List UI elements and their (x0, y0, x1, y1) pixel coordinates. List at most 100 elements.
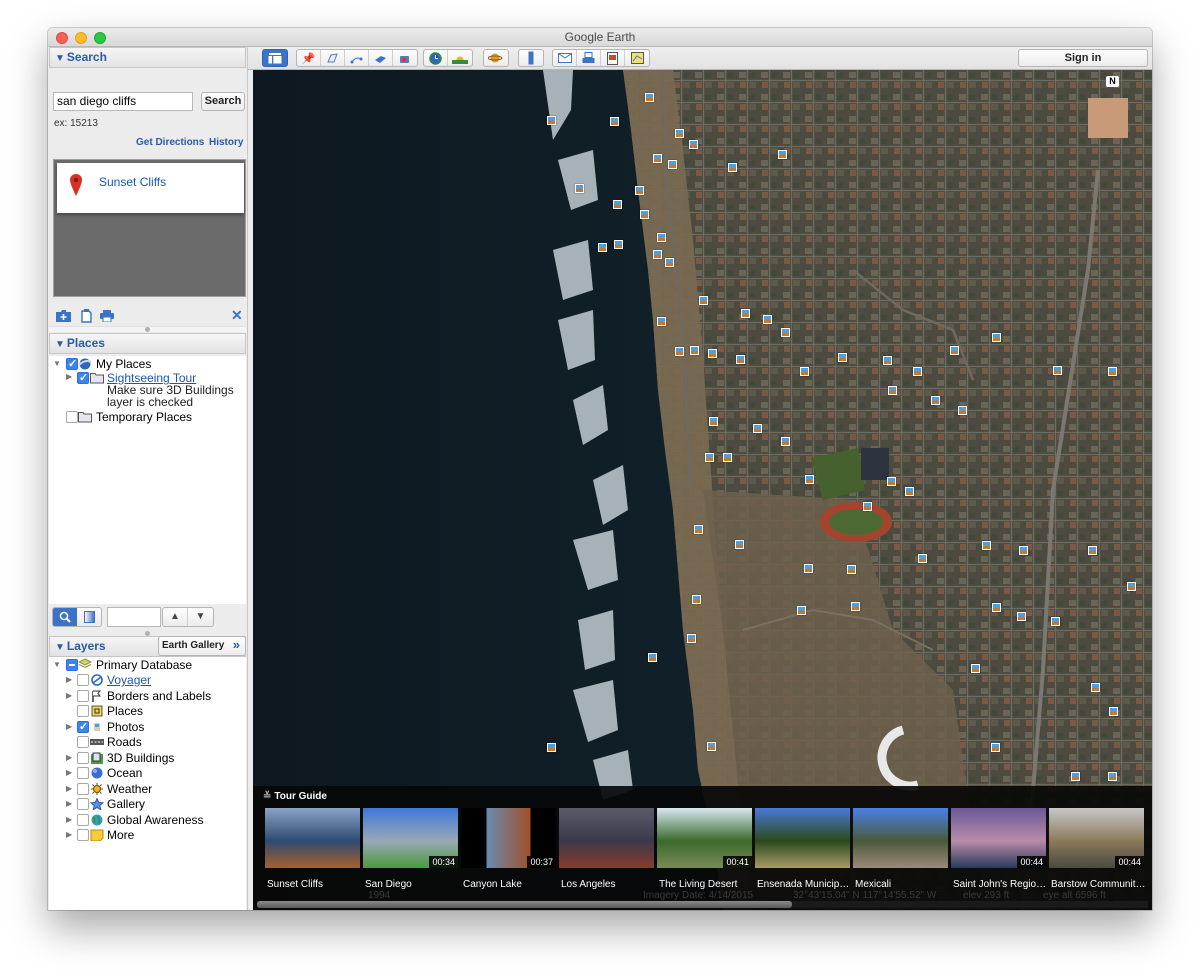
tree-item-primary-database[interactable]: Primary Database (96, 658, 192, 672)
photo-marker-icon[interactable] (723, 453, 732, 462)
expand-triangle-icon[interactable]: ▶ (66, 799, 75, 808)
photo-marker-icon[interactable] (645, 93, 654, 102)
tour-guide-item[interactable]: 00:37 Canyon Lake (461, 808, 556, 890)
photo-marker-icon[interactable] (1019, 546, 1028, 555)
photo-marker-icon[interactable] (753, 424, 762, 433)
photo-marker-icon[interactable] (653, 250, 662, 259)
close-icon[interactable]: ✕ (231, 308, 243, 323)
search-result-item[interactable]: Sunset Cliffs (57, 163, 244, 213)
layer-item-label[interactable]: Weather (107, 782, 152, 796)
photo-marker-icon[interactable] (781, 328, 790, 337)
expand-triangle-icon[interactable]: ▶ (66, 753, 75, 762)
photo-marker-icon[interactable] (653, 154, 662, 163)
photo-marker-icon[interactable] (694, 525, 703, 534)
photo-marker-icon[interactable] (689, 140, 698, 149)
layer-checkbox[interactable] (77, 751, 89, 764)
photo-marker-icon[interactable] (918, 554, 927, 563)
splitter-handle[interactable] (145, 327, 150, 332)
search-places-toggle[interactable] (53, 608, 77, 626)
photo-marker-icon[interactable] (971, 664, 980, 673)
expand-triangle-icon[interactable]: ▶ (66, 722, 75, 731)
minimize-window-button[interactable] (75, 32, 87, 44)
photo-marker-icon[interactable] (675, 347, 684, 356)
expand-triangle-icon[interactable]: ▶ (66, 675, 75, 684)
photo-marker-icon[interactable] (838, 353, 847, 362)
print-icon[interactable] (577, 50, 601, 66)
tree-item-my-places[interactable]: My Places (96, 357, 151, 371)
view-in-maps-icon[interactable] (625, 50, 649, 66)
expand-triangle-icon[interactable]: ▼ (53, 660, 62, 669)
search-splitter[interactable] (49, 326, 246, 332)
photo-marker-icon[interactable] (547, 743, 556, 752)
photo-marker-icon[interactable] (1127, 582, 1136, 591)
tour-guide-item[interactable]: Los Angeles (559, 808, 654, 890)
photo-marker-icon[interactable] (800, 367, 809, 376)
tour-thumbnail[interactable]: 00:44 (1049, 808, 1144, 868)
photo-marker-icon[interactable] (547, 116, 556, 125)
photo-marker-icon[interactable] (905, 487, 914, 496)
layer-item-label[interactable]: Borders and Labels (107, 689, 211, 703)
layer-checkbox[interactable] (77, 782, 89, 795)
photo-marker-icon[interactable] (1017, 612, 1026, 621)
move-up-button[interactable]: ▲ (163, 608, 189, 626)
photo-marker-icon[interactable] (863, 502, 872, 511)
tour-thumbnail[interactable]: 00:34 (363, 808, 458, 868)
zoom-window-button[interactable] (94, 32, 106, 44)
layer-checkbox[interactable] (77, 736, 89, 748)
tour-guide-item[interactable]: 00:44 Barstow Communit… (1049, 808, 1145, 890)
photo-marker-icon[interactable] (668, 160, 677, 169)
print-icon[interactable] (100, 309, 114, 323)
photo-marker-icon[interactable] (699, 296, 708, 305)
temporary-places-checkbox[interactable] (66, 411, 78, 423)
get-directions-link[interactable]: Get Directions (136, 137, 204, 148)
historical-imagery-icon[interactable] (424, 50, 448, 66)
tour-guide-item[interactable]: 00:41 The Living Desert (657, 808, 752, 890)
places-filter-input[interactable] (107, 607, 161, 627)
photo-marker-icon[interactable] (705, 453, 714, 462)
photo-marker-icon[interactable] (736, 355, 745, 364)
sightseeing-tour-checkbox[interactable] (77, 371, 89, 384)
layer-item-label[interactable]: Voyager (107, 673, 151, 687)
expand-triangle-icon[interactable]: ▶ (66, 815, 75, 824)
layer-checkbox[interactable] (77, 674, 89, 686)
tour-guide-scrollbar[interactable] (257, 901, 1148, 908)
tour-thumbnail[interactable] (559, 808, 654, 868)
photo-marker-icon[interactable] (657, 233, 666, 242)
photo-marker-icon[interactable] (1071, 772, 1080, 781)
layer-item-label[interactable]: Ocean (107, 766, 142, 780)
sidebar-toggle-icon[interactable] (263, 50, 287, 66)
photo-marker-icon[interactable] (687, 634, 696, 643)
photo-marker-icon[interactable] (992, 333, 1001, 342)
photo-marker-icon[interactable] (728, 163, 737, 172)
layer-item-label[interactable]: Roads (107, 735, 142, 749)
photo-marker-icon[interactable] (665, 258, 674, 267)
tour-thumbnail[interactable] (755, 808, 850, 868)
photo-marker-icon[interactable] (707, 742, 716, 751)
photo-marker-icon[interactable] (692, 595, 701, 604)
add-placemark-icon[interactable]: 📌 (297, 50, 321, 66)
layer-checkbox[interactable] (77, 798, 89, 810)
photo-marker-icon[interactable] (851, 602, 860, 611)
layer-checkbox[interactable] (77, 813, 89, 826)
switch-planet-icon[interactable] (484, 50, 508, 66)
tour-guide-header[interactable]: ≚ Tour Guide (263, 791, 327, 802)
photo-marker-icon[interactable] (1108, 367, 1117, 376)
photo-marker-icon[interactable] (992, 603, 1001, 612)
add-folder-icon[interactable] (56, 309, 71, 323)
photo-marker-icon[interactable] (913, 367, 922, 376)
add-path-icon[interactable] (345, 50, 369, 66)
email-icon[interactable] (553, 50, 577, 66)
photo-marker-icon[interactable] (982, 541, 991, 550)
photo-marker-icon[interactable] (950, 346, 959, 355)
photo-marker-icon[interactable] (847, 565, 856, 574)
panel-toggle[interactable] (77, 608, 101, 626)
tour-guide-item[interactable]: Sunset Cliffs (265, 808, 360, 890)
photo-marker-icon[interactable] (931, 396, 940, 405)
tour-thumbnail[interactable]: 00:37 (461, 808, 556, 868)
photo-marker-icon[interactable] (1091, 683, 1100, 692)
layer-checkbox[interactable] (77, 705, 89, 717)
photo-marker-icon[interactable] (1109, 707, 1118, 716)
my-places-checkbox[interactable] (66, 357, 78, 370)
copy-icon[interactable] (81, 309, 92, 323)
photo-marker-icon[interactable] (804, 564, 813, 573)
